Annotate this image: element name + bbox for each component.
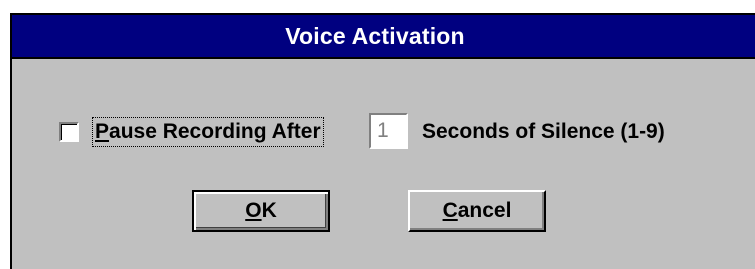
pause-recording-checkbox[interactable]: [59, 122, 79, 142]
title-bar[interactable]: Voice Activation: [12, 15, 755, 59]
ok-label-text: K: [261, 199, 277, 222]
voice-activation-dialog: Voice Activation Pause Recording After S…: [10, 13, 755, 269]
cancel-label-text: ancel: [457, 199, 512, 222]
cancel-button[interactable]: Cancel: [408, 190, 546, 232]
cancel-mnemonic: C: [442, 199, 458, 222]
pause-recording-mnemonic: P: [95, 120, 110, 143]
seconds-input[interactable]: [369, 113, 408, 149]
pause-recording-label-text: ause Recording After: [109, 120, 321, 143]
ok-button[interactable]: OK: [192, 190, 330, 232]
dialog-title: Voice Activation: [285, 22, 465, 49]
seconds-of-silence-label: Seconds of Silence (1-9): [422, 120, 665, 143]
pause-recording-label[interactable]: Pause Recording After: [92, 117, 324, 147]
ok-mnemonic: O: [245, 199, 262, 222]
